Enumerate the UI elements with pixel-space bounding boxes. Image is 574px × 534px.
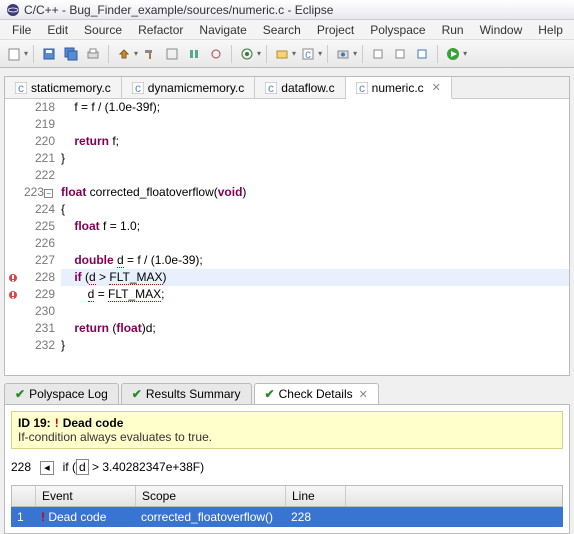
check-icon: ✔: [15, 387, 25, 401]
menu-run[interactable]: Run: [434, 21, 472, 39]
menu-project[interactable]: Project: [309, 21, 362, 39]
print-button[interactable]: [83, 44, 103, 64]
col-scope[interactable]: Scope: [136, 486, 286, 506]
menu-polyspace[interactable]: Polyspace: [362, 21, 433, 39]
tab-label: numeric.c: [372, 81, 424, 95]
close-icon[interactable]: ✕: [359, 388, 368, 401]
gutter-markers: [5, 99, 21, 375]
results-table-header: Event Scope Line: [11, 485, 563, 507]
menu-refactor[interactable]: Refactor: [130, 21, 191, 39]
build-button[interactable]: [114, 44, 134, 64]
svg-text:c: c: [305, 47, 311, 61]
menubar: File Edit Source Refactor Navigate Searc…: [0, 20, 574, 40]
warning-box: ID 19: ! Dead code If-condition always e…: [11, 411, 563, 449]
svg-text:c: c: [135, 82, 141, 94]
tab-label: dataflow.c: [281, 81, 334, 95]
col-line[interactable]: Line: [286, 486, 346, 506]
run-button[interactable]: [443, 44, 463, 64]
detail-code-line: 228 ◂ if (d > 3.40282347e+38F): [11, 457, 563, 475]
svg-text:c: c: [268, 82, 274, 94]
tab-dataflow[interactable]: c dataflow.c: [255, 77, 345, 98]
hammer-icon[interactable]: [140, 44, 160, 64]
menu-window[interactable]: Window: [472, 21, 531, 39]
check-title: Dead code: [63, 416, 124, 430]
cell-line: 228: [285, 507, 345, 527]
c-file-icon: c: [356, 82, 368, 94]
tab-label: Results Summary: [146, 387, 241, 401]
tab-polyspace-log[interactable]: ✔ Polyspace Log: [4, 383, 119, 404]
tab-dynamicmemory[interactable]: c dynamicmemory.c: [122, 77, 255, 98]
cell-event: ! Dead code: [35, 507, 135, 527]
col-n[interactable]: [12, 486, 36, 506]
toolbar: ▾ ▾ ▾ ▾ c▾ ▾ ▾: [0, 40, 574, 68]
tab-label: Polyspace Log: [29, 387, 108, 401]
debug-target-icon[interactable]: [237, 44, 257, 64]
code-area[interactable]: 218219220221222223−224225226227228229230…: [5, 99, 569, 375]
editor-area: c staticmemory.c c dynamicmemory.c c dat…: [4, 76, 570, 376]
menu-navigate[interactable]: Navigate: [191, 21, 254, 39]
line-number-gutter: 218219220221222223−224225226227228229230…: [21, 99, 61, 375]
save-button[interactable]: [39, 44, 59, 64]
tab-results-summary[interactable]: ✔ Results Summary: [121, 383, 252, 404]
menu-source[interactable]: Source: [76, 21, 130, 39]
detail-post: > 3.40282347e+38F): [89, 460, 204, 474]
check-details-content: ID 19: ! Dead code If-condition always e…: [4, 404, 570, 534]
menu-search[interactable]: Search: [255, 21, 309, 39]
tab-label: Check Details: [279, 387, 353, 401]
tab-numeric[interactable]: c numeric.c ✕: [346, 77, 452, 99]
eclipse-icon: [6, 3, 20, 17]
menu-help[interactable]: Help: [530, 21, 571, 39]
toolbar-btn-1[interactable]: [162, 44, 182, 64]
bottom-tabs: ✔ Polyspace Log ✔ Results Summary ✔ Chec…: [4, 380, 570, 404]
warning-title: ID 19: ! Dead code: [18, 416, 556, 430]
new-button[interactable]: [4, 44, 24, 64]
c-file-icon: c: [265, 82, 277, 94]
c-file-icon: c: [15, 82, 27, 94]
table-row[interactable]: 1 ! Dead code corrected_floatoverflow() …: [11, 507, 563, 527]
detail-line-num: 228: [11, 460, 31, 474]
titlebar-text: C/C++ - Bug_Finder_example/sources/numer…: [24, 3, 333, 17]
folder-icon[interactable]: [272, 44, 292, 64]
tab-label: dynamicmemory.c: [148, 81, 244, 95]
check-icon: ✔: [132, 387, 142, 401]
back-arrow-icon[interactable]: ◂: [40, 461, 54, 475]
tab-staticmemory[interactable]: c staticmemory.c: [5, 77, 122, 98]
titlebar: C/C++ - Bug_Finder_example/sources/numer…: [0, 0, 574, 20]
tab-check-details[interactable]: ✔ Check Details ✕: [254, 383, 379, 404]
toolbar-btn-2[interactable]: [184, 44, 204, 64]
menu-file[interactable]: File: [4, 21, 39, 39]
check-icon: ✔: [265, 387, 275, 401]
id-label: ID 19:: [18, 416, 51, 430]
close-icon[interactable]: ✕: [432, 81, 441, 94]
editor-tabs: c staticmemory.c c dynamicmemory.c c dat…: [5, 77, 569, 99]
detail-boxed: d: [76, 459, 89, 475]
toolbar-btn-6[interactable]: [390, 44, 410, 64]
toolbar-btn-5[interactable]: [368, 44, 388, 64]
svg-text:c: c: [359, 82, 365, 94]
toolbar-btn-3[interactable]: [206, 44, 226, 64]
tab-label: staticmemory.c: [31, 81, 111, 95]
cell-n: 1: [11, 507, 35, 527]
bottom-panel: ✔ Polyspace Log ✔ Results Summary ✔ Chec…: [4, 380, 570, 534]
svg-text:c: c: [18, 82, 24, 94]
error-icon: !: [55, 416, 59, 430]
toolbar-btn-7[interactable]: [412, 44, 432, 64]
col-event[interactable]: Event: [36, 486, 136, 506]
warning-subtitle: If-condition always evaluates to true.: [18, 430, 556, 444]
cell-scope: corrected_floatoverflow(): [135, 507, 285, 527]
detail-pre: if (: [63, 460, 76, 474]
code-lines[interactable]: f = f / (1.0e-39f); return f;}float corr…: [61, 99, 569, 375]
toolbar-btn-4[interactable]: c: [298, 44, 318, 64]
error-icon: !: [41, 510, 45, 524]
save-all-button[interactable]: [61, 44, 81, 64]
menu-edit[interactable]: Edit: [39, 21, 76, 39]
c-file-icon: c: [132, 82, 144, 94]
camera-icon[interactable]: [333, 44, 353, 64]
